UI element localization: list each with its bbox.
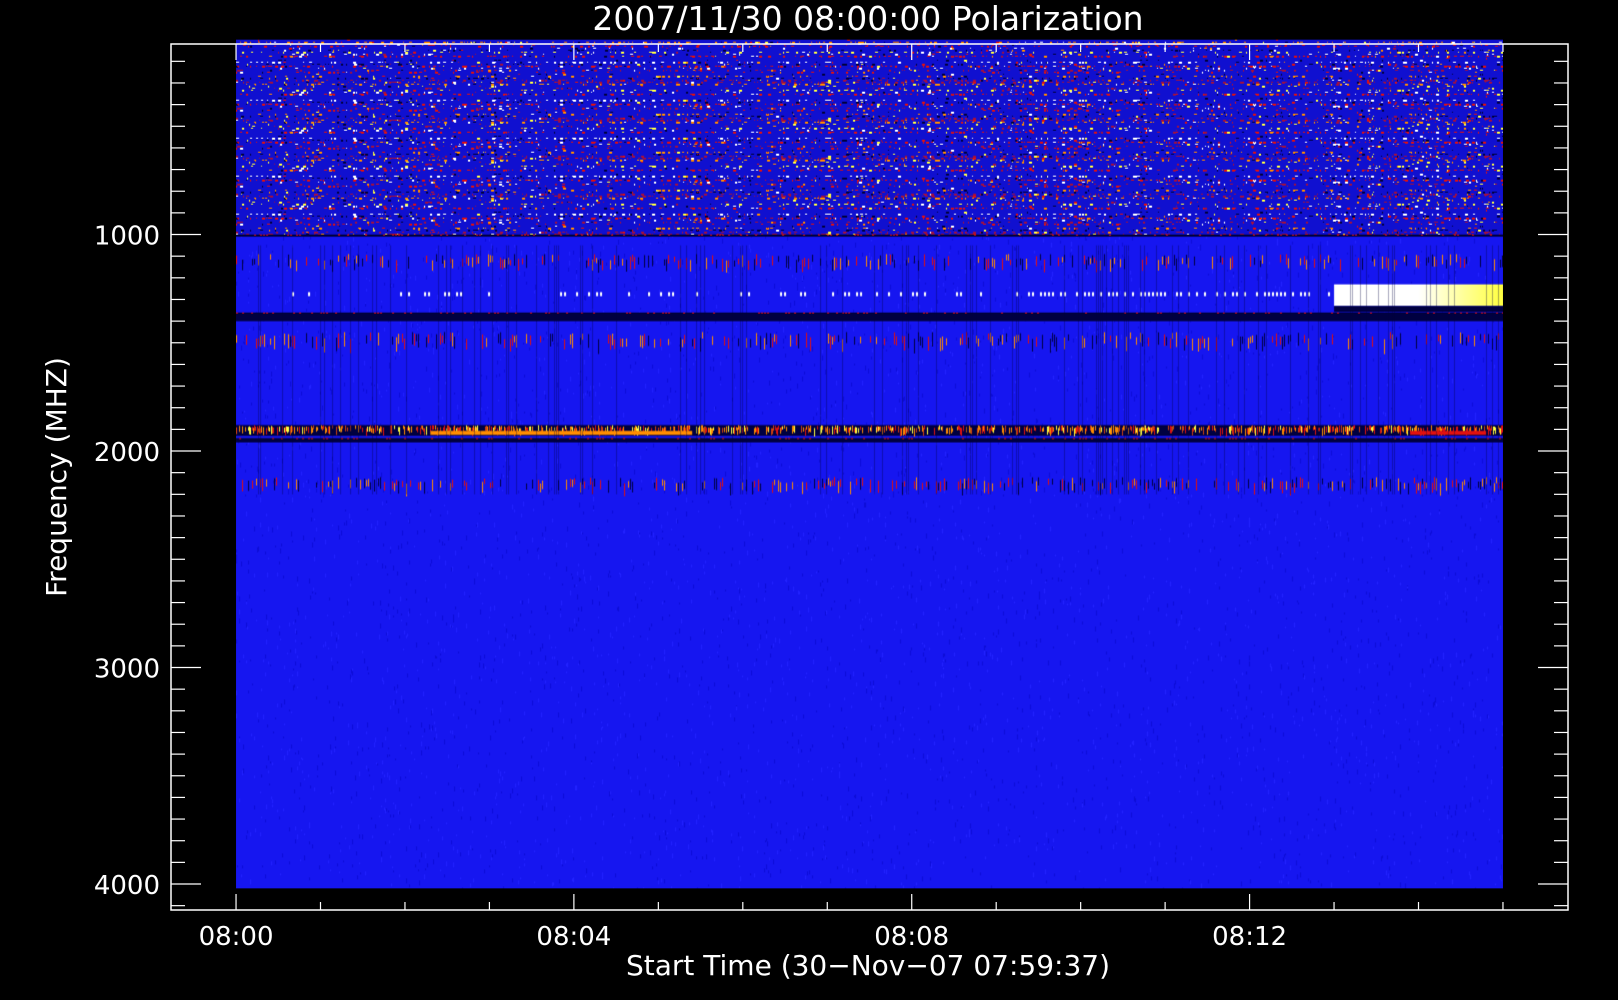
heatmap-image [236,39,1503,889]
x-tick-label: 08:12 [1212,922,1287,952]
chart-title: 2007/11/30 08:00:00 Polarization [592,0,1143,38]
heatmap-raster [236,39,1503,889]
y-tick-label: 3000 [94,655,160,685]
x-tick-label: 08:08 [874,922,949,952]
y-axis-label: Frequency (MHZ) [40,357,73,597]
y-tick-label: 4000 [94,871,160,901]
y-tick-label: 1000 [94,222,160,252]
x-tick-label: 08:04 [536,922,611,952]
y-tick-label: 2000 [94,438,160,468]
spectrogram-chart: 2007/11/30 08:00:00 Polarization 08:00 08… [0,0,1618,1000]
x-tick-label: 08:00 [199,922,274,952]
x-axis-label: Start Time (30−Nov−07 07:59:37) [626,949,1110,982]
